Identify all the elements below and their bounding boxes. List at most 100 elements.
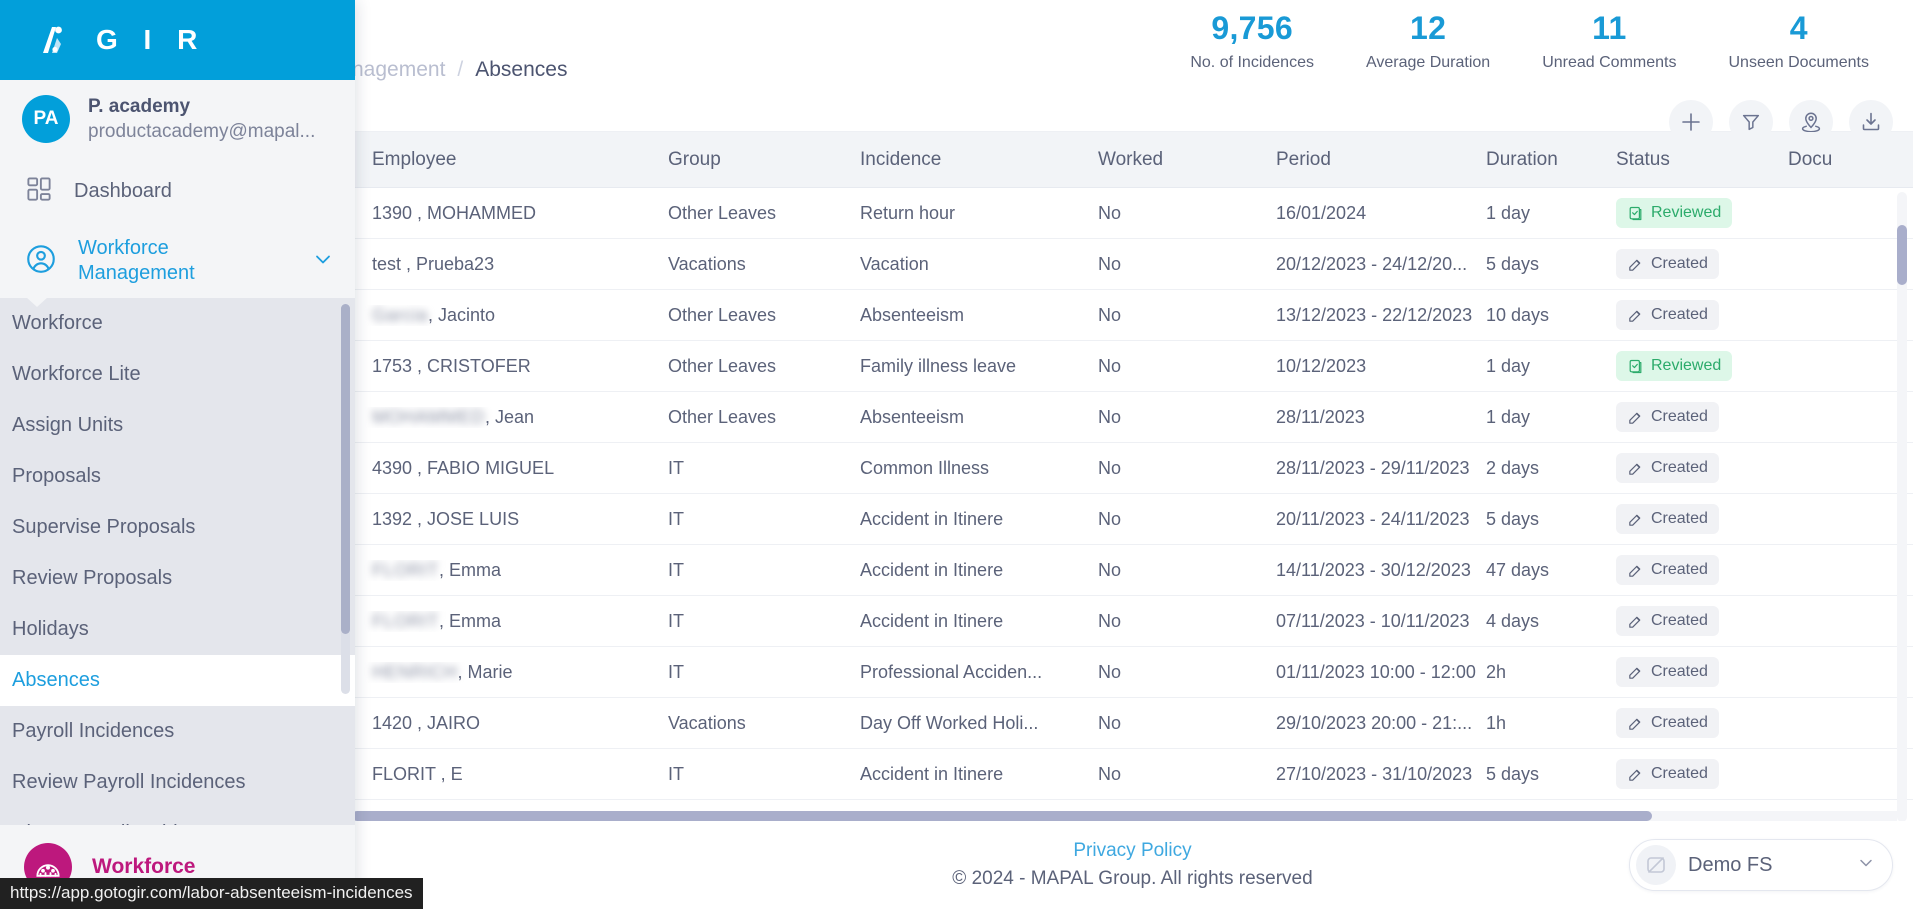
column-header-period[interactable]: Period: [1276, 149, 1486, 171]
sidebar-user[interactable]: PA P. academy productacademy@mapal...: [0, 80, 355, 158]
kpi-unseen-documents: 4 Unseen Documents: [1702, 8, 1895, 72]
sidebar-item-workforce[interactable]: Workforce: [0, 298, 355, 349]
sidebar: G I R PA P. academy productacademy@mapal…: [0, 0, 355, 909]
scrollbar-thumb[interactable]: [341, 304, 350, 634]
sidebar-group-label: Workforce Management: [78, 237, 195, 284]
sidebar-item-supervise-proposals[interactable]: Supervise Proposals: [0, 502, 355, 553]
cell-group: IT: [668, 763, 684, 784]
cell-worked: No: [1098, 406, 1122, 427]
sidebar-item-workforce-lite[interactable]: Workforce Lite: [0, 349, 355, 400]
store-icon: [1636, 845, 1676, 885]
map-pin-icon: [1799, 110, 1823, 134]
cell-worked: No: [1098, 763, 1122, 784]
cell-employee-label: test , Prueba23: [372, 253, 495, 274]
grid-icon: [24, 174, 54, 209]
app-root: nagement / Absences 9,756 No. of Incidence…: [0, 0, 1913, 909]
column-header-incidence[interactable]: Incidence: [860, 149, 1098, 171]
table-horizontal-scrollbar[interactable]: [352, 811, 1897, 821]
cell-worked: No: [1098, 712, 1122, 733]
table-body: 1390 , MOHAMMED Other Leaves Return hour No…: [352, 188, 1913, 800]
cell-duration: 1 day: [1486, 202, 1531, 223]
table-row[interactable]: FLORIT, Emma IT Accident in Itinere No 07/11…: [352, 596, 1913, 647]
cell-duration: 5 days: [1486, 508, 1540, 529]
sidebar-product-label: Workforce: [92, 855, 196, 878]
cell-period: 07/11/2023 - 10/11/2023: [1276, 610, 1470, 631]
table-row[interactable]: 1390 , MOHAMMED Other Leaves Return hour No…: [352, 188, 1913, 239]
cell-group: Other Leaves: [668, 202, 777, 223]
cell-duration: 2h: [1486, 661, 1507, 682]
user-circle-icon: [24, 242, 58, 281]
sidebar-item-review-payroll-incidences[interactable]: Review Payroll Incidences: [0, 757, 355, 808]
status-badge: Created: [1616, 249, 1788, 279]
sidebar-item-assign-units[interactable]: Assign Units: [0, 400, 355, 451]
column-header-employee[interactable]: Employee: [352, 149, 668, 171]
cell-incidence: Day Off Worked Holi...: [860, 712, 1039, 733]
sidebar-item-label: Payroll Incidences: [12, 720, 175, 742]
column-header-duration[interactable]: Duration: [1486, 149, 1616, 171]
chevron-down-icon[interactable]: [311, 247, 335, 276]
table-row[interactable]: 4390 , FABIO MIGUEL IT Common Illness No 28/…: [352, 443, 1913, 494]
edit-icon: [1627, 613, 1644, 630]
table-row[interactable]: 1392 , JOSE LUIS IT Accident in Itinere No 2…: [352, 494, 1913, 545]
table-row[interactable]: 1420 , JAIRO Vacations Day Off Worked Holi…: [352, 698, 1913, 749]
table-row[interactable]: FLORIT, Emma IT Accident in Itinere No 14/11…: [352, 545, 1913, 596]
kpi-average-duration: 12 Average Duration: [1340, 8, 1516, 72]
cell-period: 01/11/2023 10:00 - 12:00: [1276, 661, 1476, 682]
site-selector[interactable]: Demo FS: [1629, 839, 1893, 891]
cell-employee: 1392 , JOSE LUIS: [352, 509, 668, 530]
table-row[interactable]: MOHAMMED, Jean Other Leaves Absenteeism No 2…: [352, 392, 1913, 443]
cell-group: Other Leaves: [668, 355, 777, 376]
status-badge-created: Created: [1616, 606, 1719, 636]
sidebar-submenu-scrollbar[interactable]: [341, 304, 350, 694]
sidebar-item-absences[interactable]: Absences: [0, 655, 355, 706]
column-header-documents[interactable]: Docu: [1788, 149, 1908, 171]
status-badge: Created: [1616, 453, 1788, 483]
table-row[interactable]: HENRICH, Marie IT Professional Acciden... N…: [352, 647, 1913, 698]
column-header-group[interactable]: Group: [668, 149, 860, 171]
cell-worked: No: [1098, 304, 1122, 325]
cell-incidence: Absenteeism: [860, 304, 965, 325]
sidebar-item-close-payroll-incidences[interactable]: Close Payroll Incidences: [0, 808, 355, 825]
sidebar-item-label: Proposals: [12, 465, 101, 487]
cell-worked: No: [1098, 508, 1122, 529]
cell-employee: test , Prueba23: [352, 254, 668, 275]
table-row[interactable]: 1753 , CRISTOFER Other Leaves Family illne…: [352, 341, 1913, 392]
privacy-policy-link[interactable]: Privacy Policy: [1073, 837, 1191, 865]
status-badge: Created: [1616, 555, 1788, 585]
cell-duration: 2 days: [1486, 457, 1540, 478]
status-badge: Created: [1616, 708, 1788, 738]
table-row[interactable]: Garcia, Jacinto Other Leaves Absenteeism No…: [352, 290, 1913, 341]
cell-group: IT: [668, 661, 684, 682]
sidebar-item-proposals[interactable]: Proposals: [0, 451, 355, 502]
cell-employee-label: 1390 , MOHAMMED: [372, 202, 537, 223]
cell-group: Vacations: [668, 712, 746, 733]
cell-incidence: Vacation: [860, 253, 929, 274]
sidebar-user-email: productacademy@mapal...: [88, 121, 316, 142]
table-row[interactable]: FLORIT , E IT Accident in Itinere No 27/10/2…: [352, 749, 1913, 800]
scrollbar-thumb[interactable]: [1897, 225, 1907, 285]
sidebar-header[interactable]: G I R: [0, 0, 355, 80]
column-header-status[interactable]: Status: [1616, 149, 1788, 171]
table-row[interactable]: test , Prueba23 Vacations Vacation No 20/12/…: [352, 239, 1913, 290]
status-badge-label: Created: [1651, 459, 1708, 476]
status-badge: Created: [1616, 759, 1788, 789]
cell-period: 27/10/2023 - 31/10/2023: [1276, 763, 1473, 784]
sidebar-group-notch: [26, 297, 48, 307]
status-badge: Reviewed: [1616, 351, 1788, 381]
scrollbar-thumb[interactable]: [352, 811, 1652, 821]
breadcrumb-parent[interactable]: nagement: [352, 58, 445, 81]
sidebar-item-label: Holidays: [12, 618, 89, 640]
sidebar-item-holidays[interactable]: Holidays: [0, 604, 355, 655]
column-header-worked[interactable]: Worked: [1098, 149, 1276, 171]
sidebar-item-payroll-incidences[interactable]: Payroll Incidences: [0, 706, 355, 757]
sidebar-item-review-proposals[interactable]: Review Proposals: [0, 553, 355, 604]
edit-icon: [1627, 409, 1644, 426]
sidebar-group-workforce-management[interactable]: Workforce Management: [0, 224, 355, 307]
cell-duration: 4 days: [1486, 610, 1540, 631]
breadcrumb: nagement / Absences: [352, 58, 567, 82]
table-vertical-scrollbar[interactable]: [1897, 192, 1907, 821]
status-badge-created: Created: [1616, 759, 1719, 789]
status-badge-created: Created: [1616, 249, 1719, 279]
status-badge: Created: [1616, 402, 1788, 432]
sidebar-item-dashboard[interactable]: Dashboard: [0, 158, 355, 224]
